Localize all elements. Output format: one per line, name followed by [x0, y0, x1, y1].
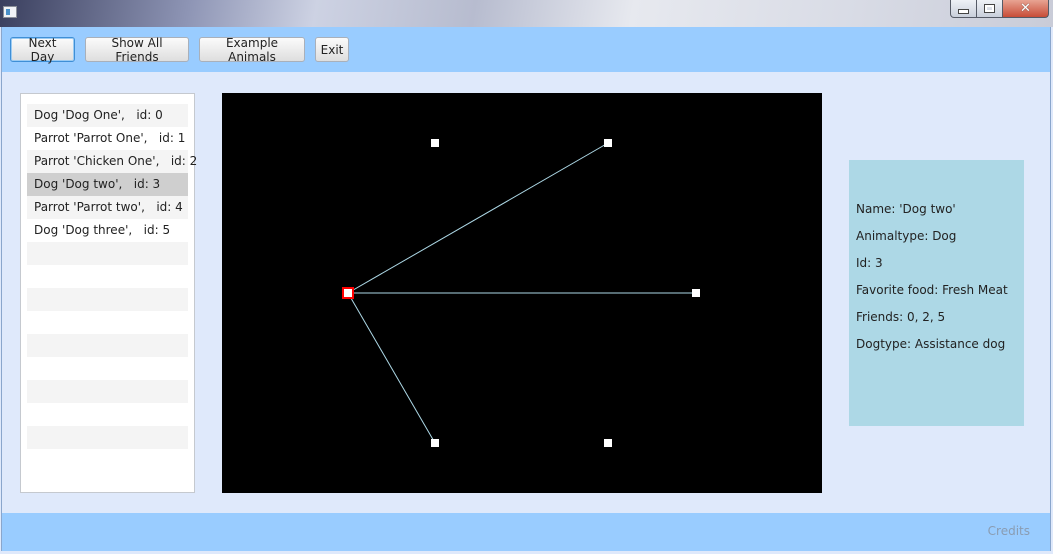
list-item[interactable]: Dog 'Dog three', id: 5: [27, 219, 188, 242]
detail-dogtype: Dogtype: Assistance dog: [856, 337, 1006, 351]
animal-node[interactable]: [692, 289, 700, 297]
list-empty-row: [27, 334, 188, 357]
detail-animaltype: Animaltype: Dog: [856, 229, 957, 243]
app-window: Next Day Show All Friends Example Animal…: [1, 27, 1051, 551]
maximize-button[interactable]: [977, 0, 1003, 18]
detail-favorite-food: Favorite food: Fresh Meat: [856, 283, 1008, 297]
list-item[interactable]: Parrot 'Parrot two', id: 4: [27, 196, 188, 219]
list-empty-row: [27, 288, 188, 311]
selected-animal-node[interactable]: [342, 287, 354, 299]
list-empty-row: [27, 357, 188, 380]
list-item[interactable]: Dog 'Dog two', id: 3: [27, 173, 188, 196]
show-all-friends-button[interactable]: Show All Friends: [85, 36, 189, 64]
list-item[interactable]: Parrot 'Chicken One', id: 2: [27, 150, 197, 173]
exit-button[interactable]: Exit: [315, 37, 349, 62]
minimize-icon: [958, 9, 969, 14]
list-empty-row: [27, 311, 188, 334]
animal-details-panel: Name: 'Dog two' Animaltype: Dog Id: 3 Fa…: [849, 160, 1024, 426]
close-button[interactable]: ✕: [1003, 0, 1049, 18]
minimize-button[interactable]: [950, 0, 977, 18]
example-animals-button[interactable]: Example Animals: [199, 36, 305, 64]
title-bar: ✕: [0, 0, 1053, 27]
animal-node[interactable]: [431, 139, 439, 147]
list-item[interactable]: Dog 'Dog One', id: 0: [27, 104, 188, 127]
app-icon: [3, 6, 17, 18]
detail-name: Name: 'Dog two': [856, 202, 956, 216]
window-controls: ✕: [950, 0, 1049, 18]
friendship-edge: [347, 292, 436, 444]
friendship-edge: [347, 142, 609, 294]
credits-link[interactable]: Credits: [988, 524, 1030, 538]
next-day-button[interactable]: Next Day: [10, 36, 75, 64]
list-empty-row: [27, 449, 188, 472]
close-icon: ✕: [1020, 1, 1031, 16]
status-bar: Credits: [2, 513, 1050, 551]
list-empty-row: [27, 403, 188, 426]
list-empty-row: [27, 265, 188, 288]
animal-node[interactable]: [431, 439, 439, 447]
friendship-graph-canvas[interactable]: [222, 93, 822, 493]
list-empty-row: [27, 426, 188, 449]
list-item[interactable]: Parrot 'Parrot One', id: 1: [27, 127, 188, 150]
animal-node[interactable]: [604, 139, 612, 147]
animal-list[interactable]: Dog 'Dog One', id: 0 Parrot 'Parrot One',…: [20, 93, 197, 493]
detail-friends: Friends: 0, 2, 5: [856, 310, 946, 324]
list-empty-row: [27, 380, 188, 403]
list-empty-row: [27, 242, 188, 265]
detail-id: Id: 3: [856, 256, 883, 270]
maximize-icon: [984, 4, 995, 13]
friendship-graph[interactable]: [222, 93, 822, 493]
animal-node[interactable]: [604, 439, 612, 447]
toolbar: Next Day Show All Friends Example Animal…: [2, 27, 1050, 72]
